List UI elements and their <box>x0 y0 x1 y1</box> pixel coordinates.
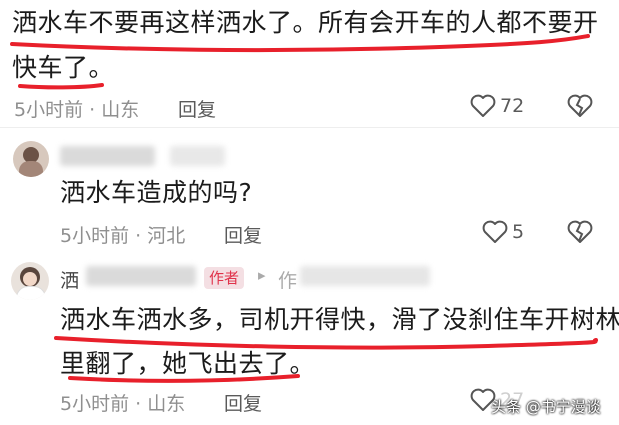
comment-3-avatar[interactable] <box>11 262 49 300</box>
comment-2-username-redacted <box>60 146 155 166</box>
comment-1-dislike-button[interactable] <box>566 93 594 119</box>
comment-2-like-button[interactable] <box>481 219 509 245</box>
comment-2-extra-redacted <box>170 146 225 166</box>
comment-2-reply-button[interactable]: 回复 <box>224 221 262 248</box>
comment-3-username-redacted <box>86 266 196 286</box>
comment-2-meta: 5小时前 · 河北 <box>60 225 186 247</box>
heart-outline-icon <box>482 220 508 243</box>
comment-1-like-count: 72 <box>500 95 525 117</box>
heart-outline-icon <box>470 94 496 117</box>
comment-3-username[interactable]: 洒 <box>60 266 79 293</box>
divider <box>0 127 619 128</box>
reply-arrow-icon: ▸ <box>258 266 266 284</box>
broken-heart-icon <box>567 94 593 117</box>
comment-3-underline <box>48 318 608 386</box>
comment-2-dislike-button[interactable] <box>566 219 594 245</box>
comment-2-text: 洒水车造成的吗? <box>60 178 253 207</box>
comment-1-reply-button[interactable]: 回复 <box>178 95 216 122</box>
comment-2-avatar[interactable] <box>13 141 49 177</box>
comment-1-like-button[interactable] <box>469 93 497 119</box>
watermark: 头条 @书宁漫谈 <box>491 398 601 416</box>
broken-heart-icon <box>567 220 593 243</box>
comment-2-like-count: 5 <box>512 221 525 243</box>
comment-1-underline <box>6 22 596 92</box>
comment-3-reply-button[interactable]: 回复 <box>224 389 262 416</box>
comment-3-reply-target[interactable]: 作 <box>278 266 297 293</box>
comment-1-meta: 5小时前 · 山东 <box>14 99 140 121</box>
comment-3-meta: 5小时前 · 山东 <box>60 393 186 415</box>
comment-3-reply-target-redacted <box>300 266 430 286</box>
author-badge: 作者 <box>204 267 245 289</box>
